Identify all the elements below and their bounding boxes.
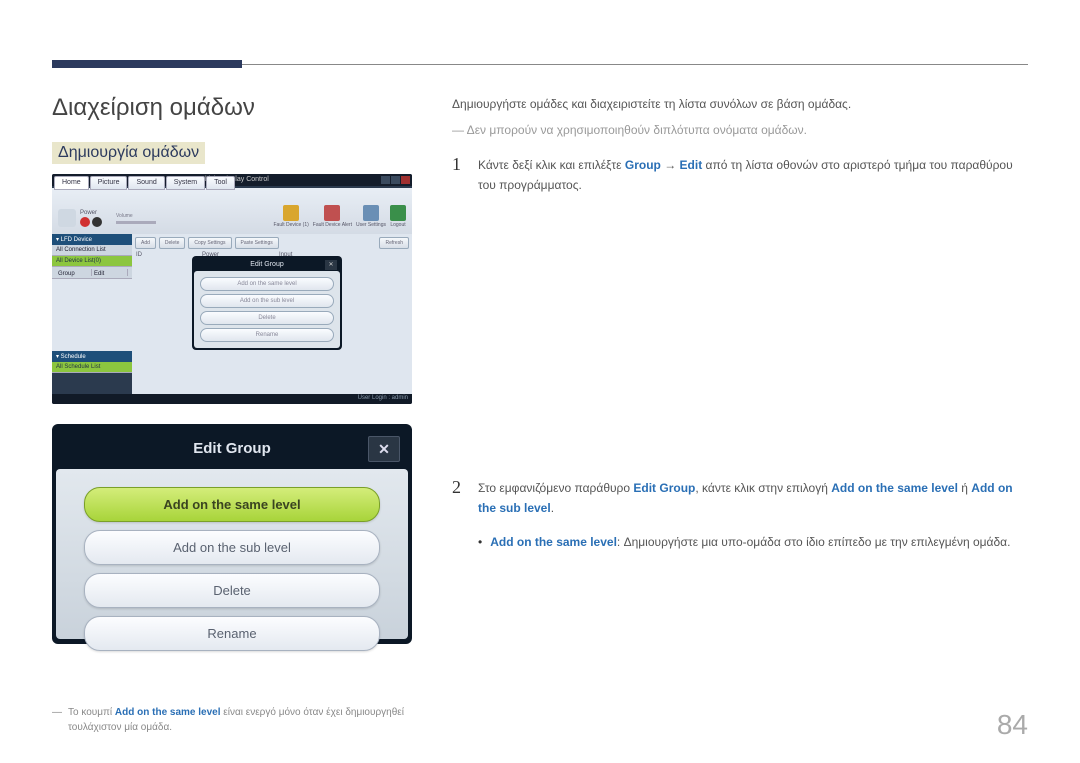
close-icon[interactable]: ✕	[325, 260, 337, 270]
kw-edit: Edit	[680, 158, 703, 172]
page-number: 84	[997, 709, 1028, 741]
opt-rename[interactable]: Rename	[200, 328, 334, 342]
content: Διαχείριση ομάδων Δημιουργία ομάδων Mult…	[52, 94, 1028, 644]
bullet-icon: •	[478, 532, 482, 552]
btn-paste[interactable]: Paste Settings	[235, 237, 279, 249]
ribbon-left: Home Picture Sound System Tool Power	[58, 192, 156, 230]
btn-add[interactable]: Add	[135, 237, 156, 249]
btn-delete[interactable]: Delete	[159, 237, 185, 249]
sidebar-row-all-conn[interactable]: All Connection List	[52, 245, 132, 256]
footnote: ― Το κουμπί Add on the same level είναι …	[52, 705, 412, 735]
btn-add-sub-level[interactable]: Add on the sub level	[84, 530, 380, 565]
screenshot-mdc-app: Multiple Display Control Home Picture So…	[52, 174, 412, 404]
btn-add-same-level[interactable]: Add on the same level	[84, 487, 380, 522]
close-icon[interactable]	[401, 176, 410, 184]
power-off-icon[interactable]	[92, 217, 102, 227]
col-id: ID	[136, 252, 142, 258]
user-settings-icon[interactable]: User Settings	[356, 205, 386, 228]
ribbon-tabs: Home Picture Sound System Tool	[54, 176, 235, 190]
opt-delete[interactable]: Delete	[200, 311, 334, 325]
footnote-btn: Add on the same level	[115, 707, 221, 718]
fault-alert-icon[interactable]: Fault Device Alert	[313, 205, 352, 228]
sidebar-hdr-lfd[interactable]: ▾ LFD Device	[52, 234, 132, 245]
step-text: Στο εμφανιζόμενο παράθυρο Edit Group, κά…	[478, 478, 1028, 519]
bullet-same-level: • Add on the same level: Δημιουργήστε μι…	[478, 532, 1028, 552]
intro-text: Δημιουργήστε ομάδες και διαχειριστείτε τ…	[452, 94, 1028, 114]
btn-delete[interactable]: Delete	[84, 573, 380, 608]
dialog-title: Edit Group ✕	[56, 428, 408, 469]
screenshot-edit-group-dialog: Edit Group ✕ Add on the same level Add o…	[52, 424, 412, 644]
sidebar-row-schedule[interactable]: All Schedule List	[52, 362, 132, 373]
step-text: Κάντε δεξί κλικ και επιλέξτε Group → Edi…	[478, 155, 1028, 196]
step-2: 2 Στο εμφανιζόμενο παράθυρο Edit Group, …	[452, 478, 1028, 519]
opt-sub-level[interactable]: Add on the sub level	[200, 294, 334, 308]
maximize-icon[interactable]	[391, 176, 400, 184]
btn-rename[interactable]: Rename	[84, 616, 380, 651]
close-button[interactable]: ✕	[368, 436, 400, 462]
tab-sound[interactable]: Sound	[128, 176, 164, 190]
tab-system[interactable]: System	[166, 176, 205, 190]
logout-icon[interactable]: Logout	[390, 205, 406, 228]
intro-note: ― Δεν μπορούν να χρησιμοποιηθούν διπλότυ…	[452, 120, 1028, 140]
col-edit: Edit	[92, 269, 128, 276]
volume-slider[interactable]	[116, 221, 156, 224]
power-on-icon[interactable]	[80, 217, 90, 227]
bullet-label: Add on the same level	[490, 535, 617, 549]
step-1: 1 Κάντε δεξί κλικ και επιλέξτε Group → E…	[452, 155, 1028, 196]
tab-picture[interactable]: Picture	[90, 176, 128, 190]
window-controls	[381, 176, 410, 184]
edit-group-dialog-small: Edit Group ✕ Add on the same level Add o…	[192, 256, 342, 350]
ribbon: Home Picture Sound System Tool Power	[52, 188, 412, 234]
step-number: 1	[452, 155, 464, 196]
step-2-block: 2 Στο εμφανιζόμενο παράθυρο Edit Group, …	[452, 478, 1028, 553]
minimize-icon[interactable]	[381, 176, 390, 184]
kw-group: Group	[625, 158, 661, 172]
btn-refresh[interactable]: Refresh	[379, 237, 409, 249]
btn-copy[interactable]: Copy Settings	[188, 237, 231, 249]
fault-device-icon[interactable]: Fault Device (1)	[274, 205, 309, 228]
sidebar-hdr-schedule[interactable]: ▾ Schedule	[52, 351, 132, 362]
page-title: Διαχείριση ομάδων	[52, 94, 412, 122]
left-column: Διαχείριση ομάδων Δημιουργία ομάδων Mult…	[52, 94, 412, 644]
status-bar: User Login : admin	[52, 394, 412, 404]
right-column: Δημιουργήστε ομάδες και διαχειριστείτε τ…	[452, 94, 1028, 644]
opt-same-level[interactable]: Add on the same level	[200, 277, 334, 291]
col-group: Group	[56, 269, 92, 276]
dialog-body: Add on the same level Add on the sub lev…	[194, 271, 340, 348]
power-icon[interactable]	[58, 209, 76, 227]
step-number: 2	[452, 478, 464, 519]
header-accent	[52, 60, 242, 68]
sidebar-spacer	[52, 279, 132, 351]
kw-same-level: Add on the same level	[831, 481, 958, 495]
ribbon-right: Fault Device (1) Fault Device Alert User…	[274, 202, 407, 230]
dialog-body: Add on the same level Add on the sub lev…	[56, 469, 408, 639]
sidebar-row-all-device[interactable]: All Device List(0)	[52, 256, 132, 267]
sidebar: ▾ LFD Device All Connection List All Dev…	[52, 234, 132, 394]
main-panel: Add Delete Copy Settings Paste Settings …	[132, 234, 412, 394]
sidebar-grid-header: Group Edit	[52, 267, 132, 279]
app-body: ▾ LFD Device All Connection List All Dev…	[52, 234, 412, 394]
kw-edit-group: Edit Group	[633, 481, 695, 495]
tab-tool[interactable]: Tool	[206, 176, 235, 190]
toolbar-buttons: Add Delete Copy Settings Paste Settings …	[132, 234, 412, 252]
section-subtitle: Δημιουργία ομάδων	[52, 142, 205, 164]
tab-home[interactable]: Home	[54, 176, 89, 190]
dialog-title: Edit Group ✕	[194, 258, 340, 271]
volume-label: Volume	[116, 213, 156, 219]
